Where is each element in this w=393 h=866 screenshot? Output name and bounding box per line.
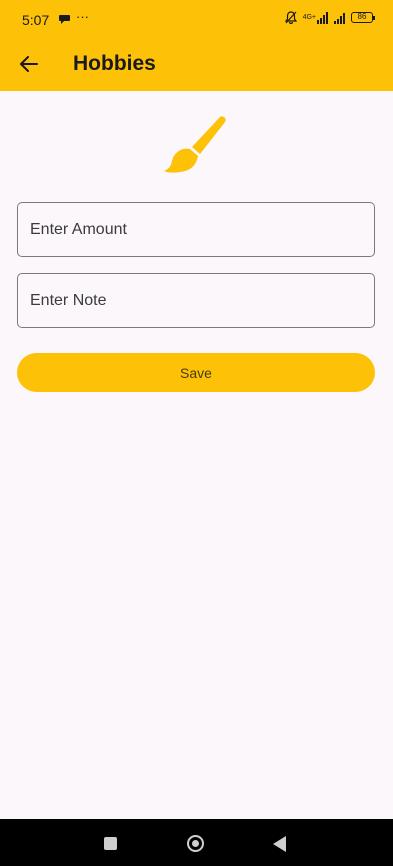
back-button[interactable] [14, 49, 44, 79]
page-title: Hobbies [73, 52, 156, 75]
battery-level: 86 [357, 12, 367, 21]
home-icon[interactable] [187, 835, 204, 852]
system-nav-bar [0, 819, 393, 866]
message-notification-icon [59, 15, 70, 24]
bell-muted-icon [284, 11, 297, 24]
signal-icon [317, 11, 328, 24]
save-button-label: Save [180, 364, 212, 381]
arrow-left-icon [20, 56, 38, 72]
amount-field[interactable]: Enter Amount [17, 202, 375, 257]
battery-icon: 86 [351, 12, 375, 23]
app-bar: Hobbies [0, 38, 393, 91]
paintbrush-icon [164, 116, 226, 173]
more-notifications-icon: ··· [76, 9, 89, 24]
network-type: 4G+ [302, 13, 316, 21]
signal-icon-2 [334, 12, 345, 24]
amount-placeholder: Enter Amount [30, 221, 127, 238]
note-field[interactable]: Enter Note [17, 273, 375, 328]
status-bar: 5:07 ··· 4G+ 86 [0, 0, 393, 38]
status-time: 5:07 [22, 12, 50, 28]
recents-icon[interactable] [104, 837, 117, 850]
status-indicators: 4G+ 86 [284, 11, 375, 24]
back-icon[interactable] [273, 836, 286, 852]
note-placeholder: Enter Note [30, 292, 107, 309]
save-button[interactable]: Save [17, 353, 375, 392]
